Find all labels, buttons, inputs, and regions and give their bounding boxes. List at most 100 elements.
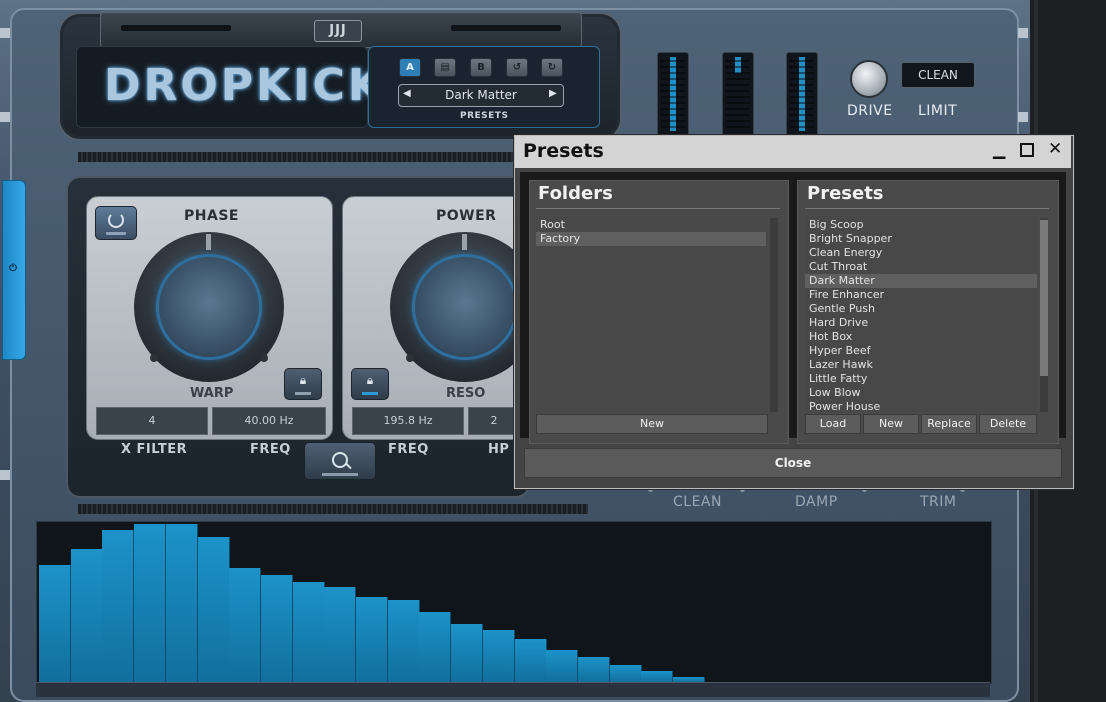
preset-item[interactable]: Big Scoop	[805, 218, 1037, 232]
knob-min-dot	[150, 354, 158, 362]
trim-label: TRIM	[920, 494, 957, 510]
output-meter	[786, 52, 818, 136]
spectrum-rail	[36, 682, 990, 697]
dialog-title: Presets	[523, 140, 604, 162]
preset-item[interactable]: Fire Enhancer	[805, 288, 1037, 302]
hp-value[interactable]: 2	[468, 407, 520, 435]
spectrum-bar	[198, 537, 230, 682]
power-indicator	[106, 232, 126, 235]
power-freq-value[interactable]: 195.8 Hz	[352, 407, 464, 435]
load-button[interactable]: Load	[805, 414, 861, 434]
meter-stripes	[790, 56, 814, 132]
spectrum-bar	[261, 575, 293, 682]
close-button[interactable]: Close	[524, 448, 1062, 478]
preset-item[interactable]: Hyper Beef	[805, 344, 1037, 358]
spectrum-bar	[229, 568, 261, 682]
preset-item[interactable]: Power House	[805, 400, 1037, 414]
close-icon[interactable]: ✕	[1048, 139, 1062, 159]
input-meter	[657, 52, 689, 136]
preset-item[interactable]: Little Fatty	[805, 372, 1037, 386]
spectrum-bar	[324, 587, 356, 682]
phase-lock-button[interactable]: 🔒︎	[284, 368, 322, 400]
limit-mode-display[interactable]: CLEAN	[901, 62, 975, 88]
power-knob-face[interactable]	[415, 257, 515, 357]
preset-prev-icon[interactable]: ◀	[403, 88, 411, 99]
header-slot	[121, 25, 231, 31]
replace-button[interactable]: Replace	[921, 414, 977, 434]
new-preset-button[interactable]: New	[863, 414, 919, 434]
rail	[78, 152, 518, 162]
spectrum-bar	[293, 582, 325, 682]
preset-item[interactable]: Hard Drive	[805, 316, 1037, 330]
clean-label: CLEAN	[673, 494, 722, 510]
phase-power-button[interactable]	[95, 206, 137, 240]
drive-knob[interactable]	[850, 60, 888, 98]
new-folder-button[interactable]: New	[536, 414, 768, 434]
phase-knob-face[interactable]	[159, 257, 259, 357]
folder-item-root[interactable]: Root	[536, 218, 770, 232]
folder-item-factory[interactable]: Factory	[536, 232, 766, 246]
spectrum-bar	[515, 639, 547, 682]
warp-label: WARP	[190, 386, 234, 401]
search-indicator	[322, 473, 358, 476]
spectrum-display	[36, 521, 992, 684]
folders-scrollbar[interactable]	[770, 218, 778, 412]
spectrum-bar	[356, 597, 388, 682]
preset-next-icon[interactable]: ▶	[549, 88, 557, 99]
preset-selector[interactable]: Dark Matter	[398, 84, 564, 107]
ab-button-b[interactable]: B	[470, 58, 492, 77]
reso-label: RESO	[446, 386, 486, 401]
preset-item-selected[interactable]: Dark Matter	[805, 274, 1037, 288]
phase-knob-indicator	[206, 234, 211, 250]
lock-icon: 🔒︎	[299, 373, 307, 387]
spectrum-bar	[166, 524, 198, 682]
x-filter-label: X FILTER	[121, 442, 188, 457]
preset-item[interactable]: Lazer Hawk	[805, 358, 1037, 372]
presets-scroll-thumb[interactable]	[1040, 220, 1048, 376]
power-knob-indicator	[462, 234, 467, 250]
damp-label: DAMP	[795, 494, 838, 510]
lock-icon: 🔒︎	[366, 373, 374, 387]
delete-button[interactable]: Delete	[979, 414, 1037, 434]
power-title: POWER	[436, 208, 497, 224]
undo-icon[interactable]: ↺	[506, 58, 528, 77]
knob-min-dot	[406, 354, 414, 362]
meter-stripes	[661, 56, 685, 132]
search-icon	[332, 452, 348, 468]
hp-label: HP	[488, 442, 510, 457]
power-freq-label: FREQ	[388, 442, 429, 457]
spectrum-bar	[388, 600, 420, 682]
phase-title: PHASE	[184, 208, 239, 224]
preset-item[interactable]: Bright Snapper	[805, 232, 1037, 246]
power-lock-button[interactable]: 🔒︎	[351, 368, 389, 400]
maximize-icon[interactable]	[1020, 143, 1034, 157]
copy-icon[interactable]: ▤	[434, 58, 456, 77]
ab-button-a[interactable]: A	[399, 58, 421, 77]
side-power-button[interactable]: ⏻	[2, 180, 26, 360]
x-filter-value[interactable]: 4	[96, 407, 208, 435]
spectrum-bar	[419, 612, 451, 682]
search-button[interactable]	[304, 442, 376, 480]
pane-rule	[536, 208, 780, 209]
preset-item[interactable]: Hot Box	[805, 330, 1037, 344]
rail	[78, 504, 588, 514]
spectrum-bar	[39, 565, 71, 682]
pane-rule	[805, 208, 1049, 209]
knob-max-dot	[260, 354, 268, 362]
spectrum-bar	[483, 630, 515, 682]
limit-label: LIMIT	[918, 103, 958, 119]
spectrum-bar	[71, 549, 103, 682]
preset-item[interactable]: Gentle Push	[805, 302, 1037, 316]
redo-icon[interactable]: ↻	[541, 58, 563, 77]
spectrum-bar	[134, 524, 166, 682]
spectrum-bar	[451, 624, 483, 682]
frame-tab	[0, 470, 10, 480]
power-icon: ⏻	[9, 263, 17, 274]
preset-item[interactable]: Low Blow	[805, 386, 1037, 400]
folders-title: Folders	[538, 183, 613, 204]
freq-value[interactable]: 40.00 Hz	[212, 407, 326, 435]
minimize-icon[interactable]: ▁	[993, 140, 1005, 159]
preset-item[interactable]: Clean Energy	[805, 246, 1037, 260]
search-icon-handle	[345, 462, 352, 470]
preset-item[interactable]: Cut Throat	[805, 260, 1037, 274]
